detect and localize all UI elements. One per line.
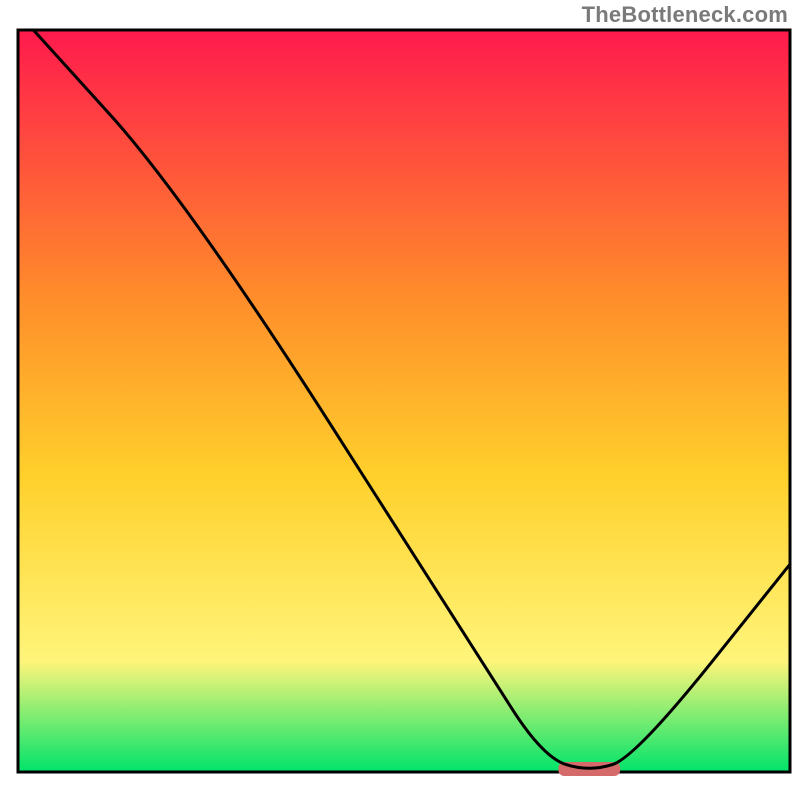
chart-svg <box>0 0 800 800</box>
bottleneck-chart: TheBottleneck.com <box>0 0 800 800</box>
plot-area <box>18 30 790 776</box>
